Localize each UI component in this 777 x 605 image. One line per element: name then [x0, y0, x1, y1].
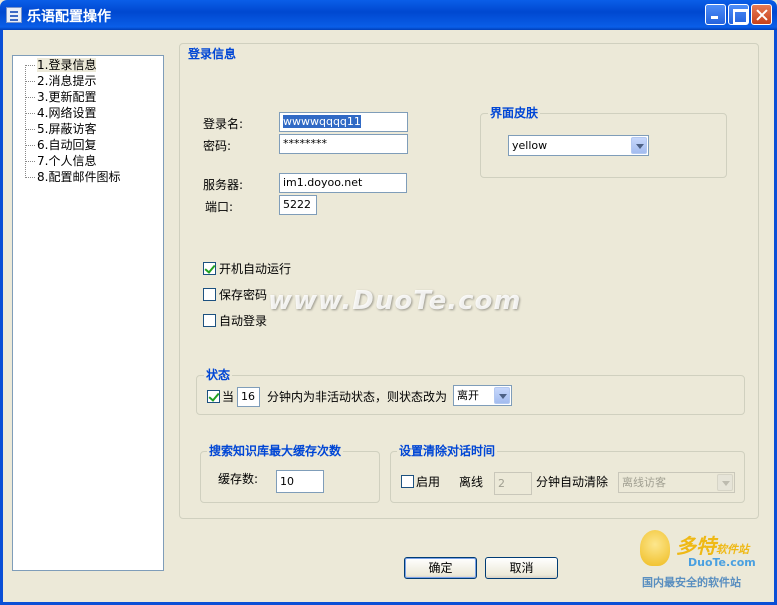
chevron-down-icon [717, 474, 733, 491]
login-info-title: 登录信息 [186, 47, 239, 61]
autorun-label: 开机自动运行 [219, 262, 292, 276]
title-bar[interactable]: 乐语配置操作 [0, 0, 777, 30]
close-button[interactable] [751, 4, 772, 25]
status-suffix-label: 分钟内为非活动状态，则状态改为 [267, 390, 448, 404]
auto-login-label: 自动登录 [219, 314, 268, 328]
mascot-icon [640, 530, 670, 566]
save-password-checkbox[interactable] [203, 288, 216, 301]
server-input[interactable]: im1.doyoo.net [279, 173, 407, 193]
logo-brand: 多特软件站 [676, 534, 749, 558]
window-title: 乐语配置操作 [27, 9, 111, 25]
server-label: 服务器: [203, 178, 244, 192]
clear-suffix-label: 分钟自动清除 [536, 475, 609, 489]
tree-item-message-alerts[interactable]: 2.消息提示 [25, 74, 96, 89]
app-icon [6, 7, 22, 23]
tree-item-network-settings[interactable]: 4.网络设置 [25, 106, 96, 121]
ok-button[interactable]: 确定 [404, 557, 477, 579]
offline-label: 离线 [459, 475, 484, 489]
minimize-button[interactable] [705, 4, 726, 25]
save-password-label: 保存密码 [219, 288, 268, 302]
cancel-button[interactable]: 取消 [485, 557, 558, 579]
tree-item-block-visitors[interactable]: 5.屏蔽访客 [25, 122, 96, 137]
maximize-button[interactable] [728, 4, 749, 25]
chevron-down-icon [494, 387, 510, 404]
clear-enable-checkbox[interactable] [401, 475, 414, 488]
duote-logo: 多特软件站 DuoTe.com 国内最安全的软件站 [636, 528, 771, 594]
settings-tree[interactable]: 1.登录信息 2.消息提示 3.更新配置 4.网络设置 5.屏蔽访客 6.自动回… [12, 55, 164, 571]
password-label: 密码: [203, 139, 232, 153]
cache-title: 搜索知识库最大缓存次数 [207, 444, 344, 458]
auto-login-checkbox[interactable] [203, 314, 216, 327]
port-label: 端口: [205, 200, 234, 214]
tree-item-personal-info[interactable]: 7.个人信息 [25, 154, 96, 169]
clear-enable-label: 启用 [416, 475, 441, 489]
cache-label: 缓存数: [218, 472, 259, 486]
password-input[interactable]: ******** [279, 134, 408, 154]
autorun-checkbox[interactable] [203, 262, 216, 275]
logo-tagline: 国内最安全的软件站 [642, 576, 741, 589]
clear-title: 设置清除对话时间 [397, 444, 498, 458]
status-select[interactable]: 离开 [453, 385, 512, 406]
tree-item-auto-reply[interactable]: 6.自动回复 [25, 138, 96, 153]
status-checkbox[interactable] [207, 390, 220, 403]
tree-item-update-config[interactable]: 3.更新配置 [25, 90, 96, 105]
chevron-down-icon [631, 137, 647, 154]
tree-item-login-info[interactable]: 1.登录信息 [25, 58, 97, 73]
cache-count-input[interactable]: 10 [276, 470, 324, 493]
logo-site: DuoTe.com [688, 556, 756, 569]
username-input[interactable]: wwwwqqqq11 [279, 112, 408, 132]
skin-select[interactable]: yellow [508, 135, 649, 156]
watermark: www.DuoTe.com [268, 286, 522, 316]
status-title: 状态 [204, 368, 233, 382]
skin-title: 界面皮肤 [488, 106, 541, 120]
status-minutes-input[interactable]: 16 [237, 387, 260, 407]
username-label: 登录名: [203, 117, 244, 131]
port-input[interactable]: 5222 [279, 195, 317, 215]
clear-target-select[interactable]: 离线访客 [618, 472, 735, 493]
tree-item-mail-icon-config[interactable]: 8.配置邮件图标 [25, 170, 120, 185]
clear-minutes-input[interactable]: 2 [494, 472, 532, 495]
status-prefix-label: 当 [222, 390, 235, 404]
